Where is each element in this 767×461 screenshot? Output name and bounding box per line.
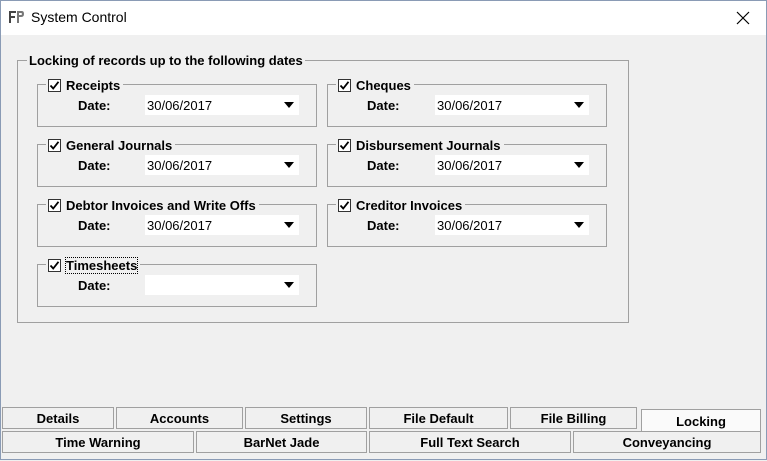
- checkmark-icon: [49, 80, 60, 90]
- debtor-invoices-date-value: 30/06/2017: [147, 217, 213, 233]
- checkmark-icon: [339, 140, 350, 150]
- app-logo-icon: [7, 9, 25, 25]
- creditor-invoices-date-combo[interactable]: 30/06/2017: [435, 215, 589, 235]
- timesheets-label: Timesheets: [64, 256, 139, 274]
- tab-settings[interactable]: Settings: [245, 407, 367, 429]
- chevron-down-icon[interactable]: [279, 95, 299, 115]
- cheques-label: Cheques: [356, 77, 411, 93]
- receipts-checkbox[interactable]: [48, 78, 61, 92]
- checkmark-icon: [339, 80, 350, 90]
- tab-barnet-jade[interactable]: BarNet Jade: [196, 431, 367, 453]
- checkmark-icon: [49, 140, 60, 150]
- lock-head-general-journals: General Journals: [46, 137, 176, 153]
- checkmark-icon: [49, 260, 60, 270]
- locking-group-label: Locking of records up to the following d…: [27, 53, 305, 68]
- tab-accounts[interactable]: Accounts: [116, 407, 243, 429]
- cheques-date-label: Date:: [367, 98, 400, 113]
- close-button[interactable]: [720, 1, 766, 35]
- creditor-invoices-label: Creditor Invoices: [356, 197, 463, 213]
- timesheets-date-combo[interactable]: [145, 275, 299, 295]
- creditor-invoices-date-value: 30/06/2017: [437, 217, 503, 233]
- debtor-invoices-label: Debtor Invoices and Write Offs: [66, 197, 256, 213]
- disbursement-journals-label: Disbursement Journals: [356, 137, 501, 153]
- creditor-invoices-checkbox[interactable]: [338, 198, 351, 212]
- disbursement-journals-date-value: 30/06/2017: [437, 157, 503, 173]
- chevron-down-icon[interactable]: [279, 215, 299, 235]
- checkmark-icon: [49, 200, 60, 210]
- general-journals-date-value: 30/06/2017: [147, 157, 213, 173]
- close-icon: [736, 11, 750, 25]
- tab-locking[interactable]: Locking: [641, 409, 761, 433]
- debtor-invoices-checkbox[interactable]: [48, 198, 61, 212]
- tab-time-warning[interactable]: Time Warning: [2, 431, 194, 453]
- receipts-label: Receipts: [66, 77, 121, 93]
- tab-file-default[interactable]: File Default: [369, 407, 508, 429]
- disbursement-journals-date-label: Date:: [367, 158, 400, 173]
- debtor-invoices-date-label: Date:: [78, 218, 111, 233]
- title-bar: System Control: [1, 1, 766, 35]
- receipts-date-value: 30/06/2017: [147, 97, 213, 113]
- disbursement-journals-date-combo[interactable]: 30/06/2017: [435, 155, 589, 175]
- debtor-invoices-date-combo[interactable]: 30/06/2017: [145, 215, 299, 235]
- receipts-date-label: Date:: [78, 98, 111, 113]
- cheques-date-value: 30/06/2017: [437, 97, 503, 113]
- general-journals-checkbox[interactable]: [48, 138, 61, 152]
- lock-head-creditor-invoices: Creditor Invoices: [336, 197, 466, 213]
- checkmark-icon: [339, 200, 350, 210]
- timesheets-date-label: Date:: [78, 278, 111, 293]
- window-title: System Control: [31, 9, 127, 25]
- creditor-invoices-date-label: Date:: [367, 218, 400, 233]
- chevron-down-icon[interactable]: [569, 215, 589, 235]
- lock-head-receipts: Receipts: [46, 77, 124, 93]
- tab-full-text-search[interactable]: Full Text Search: [369, 431, 571, 453]
- tab-details[interactable]: Details: [2, 407, 114, 429]
- cheques-date-combo[interactable]: 30/06/2017: [435, 95, 589, 115]
- lock-head-disbursement-journals: Disbursement Journals: [336, 137, 504, 153]
- tab-strip: Details Accounts Settings File Default F…: [1, 401, 767, 461]
- receipts-date-combo[interactable]: 30/06/2017: [145, 95, 299, 115]
- tab-conveyancing[interactable]: Conveyancing: [573, 431, 761, 453]
- cheques-checkbox[interactable]: [338, 78, 351, 92]
- disbursement-journals-checkbox[interactable]: [338, 138, 351, 152]
- system-control-window: System Control Locking of records up to …: [0, 0, 767, 460]
- lock-head-debtor-invoices: Debtor Invoices and Write Offs: [46, 197, 259, 213]
- lock-head-cheques: Cheques: [336, 77, 414, 93]
- tab-file-billing[interactable]: File Billing: [510, 407, 637, 429]
- general-journals-date-label: Date:: [78, 158, 111, 173]
- chevron-down-icon[interactable]: [279, 155, 299, 175]
- chevron-down-icon[interactable]: [569, 155, 589, 175]
- timesheets-checkbox[interactable]: [48, 258, 61, 272]
- chevron-down-icon[interactable]: [569, 95, 589, 115]
- general-journals-label: General Journals: [66, 137, 173, 153]
- general-journals-date-combo[interactable]: 30/06/2017: [145, 155, 299, 175]
- lock-head-timesheets: Timesheets: [46, 256, 141, 274]
- chevron-down-icon[interactable]: [279, 275, 299, 295]
